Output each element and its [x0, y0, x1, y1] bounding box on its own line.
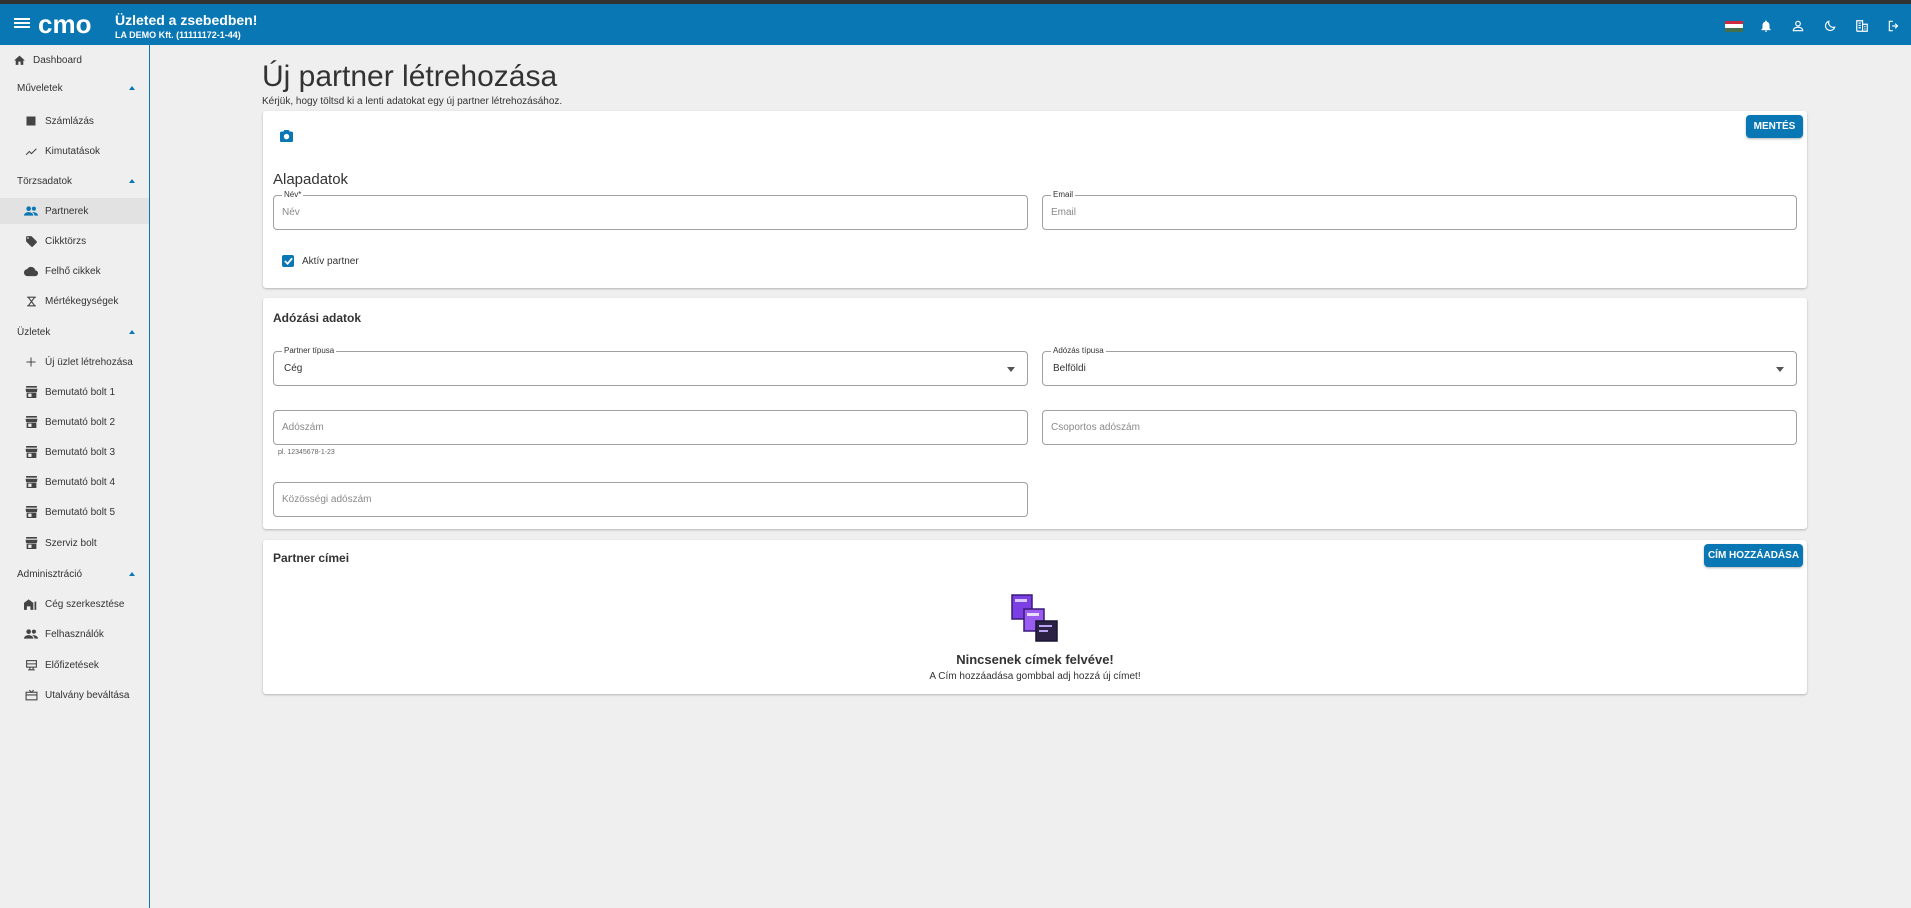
- tax-number-helper: pl. 12345678-1-23: [278, 449, 335, 456]
- sidebar-item-kimutatasok[interactable]: Kimutatások: [0, 138, 149, 164]
- addresses-card: Partner címei CÍM HOZZÁADÁSA Nincsenek c…: [263, 540, 1807, 694]
- svg-text:cmo: cmo: [38, 14, 91, 36]
- sidebar-item-bolt-3[interactable]: Bemutató bolt 3: [0, 439, 149, 465]
- voucher-icon: [23, 687, 39, 703]
- basic-data-card: MENTÉS Alapadatok Név* Email Aktív partn…: [263, 111, 1807, 288]
- chevron-up-icon: [129, 86, 135, 90]
- tax-number-input[interactable]: [282, 411, 1019, 444]
- store-icon: [23, 414, 39, 430]
- empty-documents-icon: [1011, 594, 1059, 642]
- tax-data-card: Adózási adatok Partner típusa Cég Adózás…: [263, 298, 1807, 529]
- section-muveletek[interactable]: Műveletek: [0, 77, 149, 99]
- sidebar-item-uj-uzlet[interactable]: Új üzlet létrehozása: [0, 349, 149, 375]
- dark-mode-icon[interactable]: [1821, 17, 1839, 35]
- hungarian-flag-icon[interactable]: [1725, 17, 1743, 35]
- empty-state-text: A Cím hozzáadása gombbal adj hozzá új cí…: [929, 671, 1141, 682]
- sidebar-item-cikktorzs[interactable]: Cikktörzs: [0, 228, 149, 254]
- company-icon[interactable]: [1853, 17, 1871, 35]
- section-torzsadatok[interactable]: Törzsadatok: [0, 170, 149, 192]
- page-subtitle: Kérjük, hogy töltsd ki a lenti adatokat …: [262, 96, 563, 107]
- logout-icon[interactable]: [1885, 17, 1903, 35]
- tax-type-select[interactable]: Adózás típusa Belföldi: [1042, 346, 1797, 386]
- add-address-button[interactable]: CÍM HOZZÁADÁSA: [1704, 544, 1803, 567]
- sidebar-item-partnerek[interactable]: Partnerek: [0, 198, 149, 224]
- app-bar: cmo Üzleted a zsebedben! LA DEMO Kft. (1…: [0, 4, 1911, 45]
- empty-state-title: Nincsenek címek felvéve!: [956, 652, 1114, 667]
- sidebar-item-szerviz-bolt[interactable]: Szerviz bolt: [0, 530, 149, 556]
- group-tax-number-input[interactable]: [1051, 411, 1788, 444]
- name-field[interactable]: Név*: [273, 190, 1028, 230]
- community-tax-number-input[interactable]: [282, 483, 1019, 516]
- menu-icon[interactable]: [14, 16, 30, 32]
- user-icon[interactable]: [1789, 17, 1807, 35]
- company-name: LA DEMO Kft. (11111172-1-44): [115, 30, 241, 40]
- sidebar-item-utalvany[interactable]: Utalvány beváltása: [0, 682, 149, 708]
- chart-icon: [23, 143, 39, 159]
- sidebar-item-dashboard[interactable]: Dashboard: [0, 47, 149, 73]
- people-icon: [23, 203, 39, 219]
- group-tax-number-field[interactable]: [1042, 410, 1797, 445]
- chevron-up-icon: [129, 179, 135, 183]
- subscription-icon: [23, 657, 39, 673]
- tax-type-label: Adózás típusa: [1051, 346, 1106, 355]
- chevron-up-icon: [129, 572, 135, 576]
- sidebar-item-szamlazas[interactable]: Számlázás: [0, 108, 149, 134]
- email-field[interactable]: Email: [1042, 190, 1797, 230]
- save-button[interactable]: MENTÉS: [1746, 115, 1803, 138]
- section-title-addresses: Partner címei: [273, 551, 350, 565]
- cmo-logo: cmo: [38, 14, 91, 36]
- section-uzletek[interactable]: Üzletek: [0, 321, 149, 343]
- partner-type-value: Cég: [284, 363, 303, 374]
- people-icon: [23, 626, 39, 642]
- partner-type-select[interactable]: Partner típusa Cég: [273, 346, 1028, 386]
- sidebar-item-bolt-2[interactable]: Bemutató bolt 2: [0, 409, 149, 435]
- sidebar-item-ceg-szerkesztese[interactable]: Cég szerkesztése: [0, 591, 149, 617]
- sidebar-item-mertekegysegek[interactable]: Mértékegységek: [0, 288, 149, 314]
- home-icon: [11, 52, 27, 68]
- partner-type-label: Partner típusa: [282, 346, 337, 355]
- brand-title: Üzleted a zsebedben!: [115, 12, 258, 28]
- section-title-tax: Adózási adatok: [273, 311, 362, 325]
- page-title: Új partner létrehozása: [262, 60, 558, 93]
- store-icon: [23, 384, 39, 400]
- section-adminisztracio[interactable]: Adminisztráció: [0, 563, 149, 585]
- sidebar: Dashboard Műveletek Számlázás Kimutatáso…: [0, 45, 150, 908]
- sidebar-item-bolt-1[interactable]: Bemutató bolt 1: [0, 379, 149, 405]
- chevron-up-icon: [129, 330, 135, 334]
- sidebar-item-bolt-4[interactable]: Bemutató bolt 4: [0, 469, 149, 495]
- sidebar-item-felho-cikkek[interactable]: Felhő cikkek: [0, 258, 149, 284]
- scale-icon: [23, 293, 39, 309]
- active-partner-label: Aktív partner: [302, 256, 359, 267]
- camera-icon[interactable]: [280, 129, 293, 147]
- store-icon: [23, 535, 39, 551]
- building-edit-icon: [23, 596, 39, 612]
- store-icon: [23, 444, 39, 460]
- active-partner-checkbox[interactable]: [282, 255, 294, 267]
- store-icon: [23, 474, 39, 490]
- section-title-basic: Alapadatok: [273, 171, 349, 188]
- name-input[interactable]: [282, 196, 1019, 229]
- dropdown-arrow-icon: [1776, 367, 1784, 372]
- store-icon: [23, 504, 39, 520]
- sidebar-item-felhasznalok[interactable]: Felhasználók: [0, 621, 149, 647]
- cloud-icon: [23, 263, 39, 279]
- dropdown-arrow-icon: [1007, 367, 1015, 372]
- invoice-icon: [23, 113, 39, 129]
- sidebar-item-elofizetesek[interactable]: Előfizetések: [0, 652, 149, 678]
- tax-type-value: Belföldi: [1053, 363, 1086, 374]
- plus-icon: [23, 354, 39, 370]
- tag-icon: [23, 233, 39, 249]
- email-input[interactable]: [1051, 196, 1788, 229]
- bell-icon[interactable]: [1757, 17, 1775, 35]
- sidebar-item-bolt-5[interactable]: Bemutató bolt 5: [0, 499, 149, 525]
- tax-number-field[interactable]: [273, 410, 1028, 445]
- community-tax-number-field[interactable]: [273, 482, 1028, 517]
